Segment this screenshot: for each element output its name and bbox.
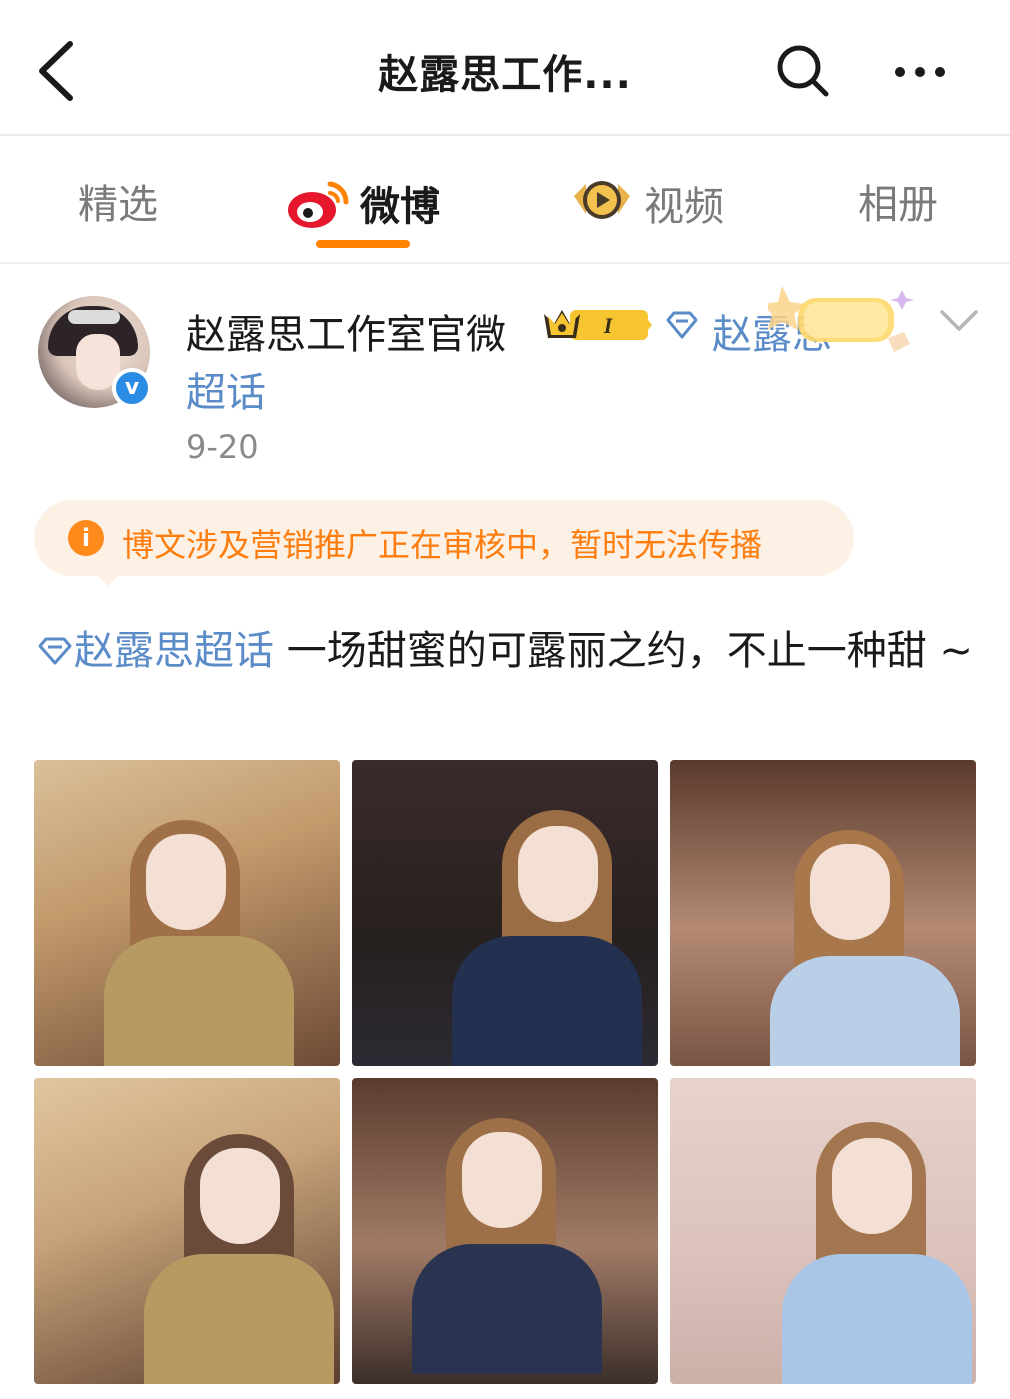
verified-badge-icon: v [112,368,152,408]
diamond-icon [666,311,698,339]
photo-figure-face [462,1132,542,1228]
photo-figure-coat [770,956,960,1066]
video-badge-icon [574,181,630,219]
post-photo[interactable] [34,1078,340,1384]
more-options-button[interactable] [888,52,952,92]
info-icon: i [68,520,104,556]
photo-figure-coat [412,1244,602,1374]
member-level-text: I [603,313,614,338]
photo-figure-face [518,826,598,922]
photo-figure-coat [782,1254,972,1384]
image-grid [34,760,976,1384]
review-notice-banner: i 博文涉及营销推广正在审核中，暂时无法传播 [34,500,854,586]
topic-hashtag-text: 赵露思超话 [74,628,274,674]
member-crown-badge-icon[interactable]: I [540,302,652,348]
notice-text: 博文涉及营销推广正在审核中，暂时无法传播 [122,526,763,564]
back-button[interactable] [30,36,90,106]
super-topic-name-continued[interactable]: 超话 [186,360,266,418]
weibo-logo-icon [288,181,349,228]
more-dots-icon [895,67,945,77]
search-button[interactable] [772,40,832,100]
tab-featured[interactable]: 精选 [78,172,158,232]
active-tab-indicator [316,240,410,248]
tab-label: 微博 [360,184,440,230]
search-icon [777,45,829,97]
photo-figure-face [200,1148,280,1244]
tab-label: 精选 [78,182,158,228]
photo-figure-face [146,834,226,930]
post-photo[interactable] [670,760,976,1066]
photo-figure-face [810,844,890,940]
super-topic-sticker-icon [768,286,914,352]
chevron-down-icon[interactable] [938,306,980,336]
tab-label: 相册 [858,182,938,228]
post-body-text: 一场甜蜜的可露丽之约，不止一种甜 ~ [274,628,973,674]
photo-figure-face [832,1138,912,1234]
photo-figure-coat [452,936,642,1066]
author-name[interactable]: 赵露思工作室官微 [186,302,506,360]
tab-album[interactable]: 相册 [858,172,938,232]
diamond-icon [38,637,72,665]
notice-pointer [94,572,122,586]
page-title: 赵露思工作... [378,52,632,98]
chevron-left-icon [39,41,73,101]
post-body: 赵露思超话 一场甜蜜的可露丽之约，不止一种甜 ~ [36,622,976,680]
post-photo[interactable] [352,760,658,1066]
top-nav-bar: 赵露思工作... [0,0,1010,136]
tab-label: 视频 [644,184,724,230]
photo-figure-coat [144,1254,334,1384]
post-photo[interactable] [352,1078,658,1384]
avatar-tiara [68,310,120,324]
post-photo[interactable] [34,760,340,1066]
topic-hashtag-link[interactable]: 赵露思超话 [36,628,274,674]
profile-tab-bar: 精选 微博 视频 相册 [0,136,1010,264]
photo-figure-coat [104,936,294,1066]
post-timestamp: 9-20 [186,428,259,466]
post-photo[interactable] [670,1078,976,1384]
